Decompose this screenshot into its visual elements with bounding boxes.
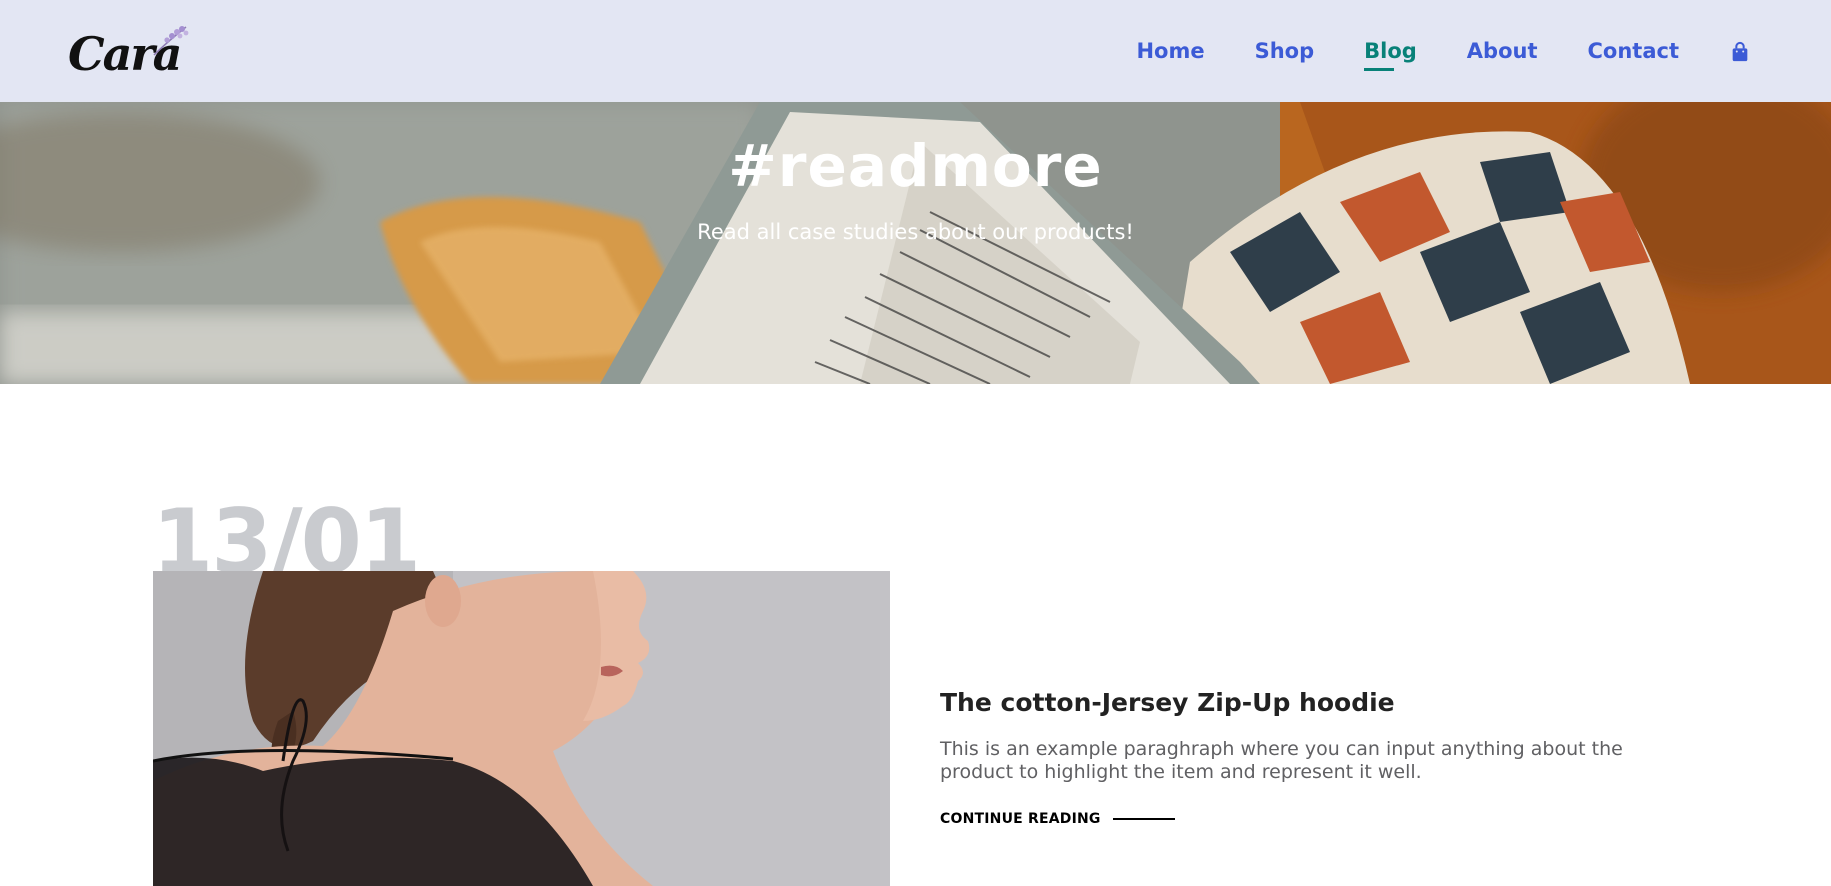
cart-button[interactable] <box>1729 35 1751 67</box>
nav-link-contact[interactable]: Contact <box>1588 35 1680 67</box>
logo[interactable]: Cara <box>68 23 192 81</box>
nav-link-shop[interactable]: Shop <box>1255 35 1315 67</box>
nav-link-blog[interactable]: Blog <box>1364 35 1417 67</box>
hero-subtitle: Read all case studies about our products… <box>697 220 1134 244</box>
continue-reading-underline <box>1112 818 1175 820</box>
site-header: Cara Home Shop Blog About Contact <box>0 0 1831 102</box>
nav-item-contact: Contact <box>1588 35 1680 67</box>
shopping-bag-icon <box>1732 41 1748 62</box>
blog-hero-banner: #readmore Read all case studies about ou… <box>0 102 1831 384</box>
nav-item-shop: Shop <box>1255 35 1315 67</box>
post-excerpt: This is an example paraghraph where you … <box>940 738 1623 783</box>
nav-item-cart <box>1729 35 1751 67</box>
nav-link-about[interactable]: About <box>1467 35 1538 67</box>
woman-portrait-image <box>153 571 890 886</box>
nav-link-home[interactable]: Home <box>1136 35 1204 67</box>
post-title[interactable]: The cotton-Jersey Zip-Up hoodie <box>940 688 1395 717</box>
lavender-sprig-icon <box>153 26 189 56</box>
post-image[interactable] <box>153 571 890 886</box>
main-nav: Home Shop Blog About Contact <box>1086 35 1751 67</box>
continue-reading-link[interactable]: CONTINUE READING <box>940 811 1175 827</box>
nav-item-blog: Blog <box>1364 35 1417 67</box>
hero-title: #readmore <box>728 132 1103 200</box>
continue-reading-label: CONTINUE READING <box>940 811 1101 827</box>
nav-item-home: Home <box>1136 35 1204 67</box>
nav-item-about: About <box>1467 35 1538 67</box>
